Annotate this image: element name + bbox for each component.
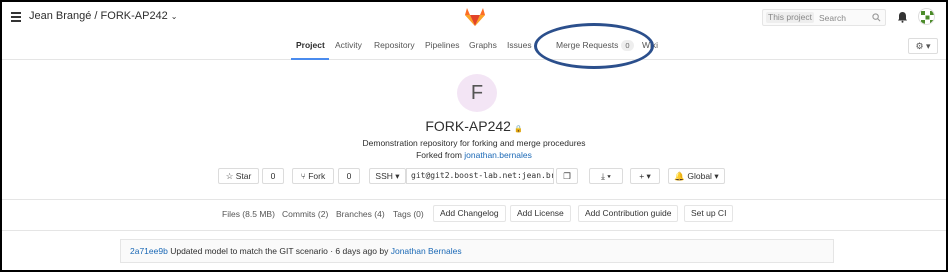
tab-repository[interactable]: Repository xyxy=(374,40,415,50)
forked-from-prefix: Forked from xyxy=(416,150,462,160)
add-new-dropdown[interactable]: + ▾ xyxy=(630,168,660,184)
setup-ci-button[interactable]: Set up CI xyxy=(684,205,734,222)
project-title-dropdown[interactable]: Jean Brangé / FORK-AP242 ⌄ xyxy=(29,10,178,22)
fork-count[interactable]: 0 xyxy=(338,168,360,184)
chevron-down-icon: ⌄ xyxy=(170,12,178,21)
forked-from-link[interactable]: jonathan.bernales xyxy=(464,150,532,160)
bell-icon[interactable] xyxy=(897,11,908,23)
project-title: Jean Brangé / FORK-AP242 xyxy=(29,10,168,22)
project-description: Demonstration repository for forking and… xyxy=(362,138,586,148)
download-icon: ⤓ xyxy=(601,171,605,181)
clone-url-input[interactable]: git@git2.boost-lab.net:jean.br xyxy=(406,168,554,184)
protocol-dropdown[interactable]: SSH ▾ xyxy=(369,168,406,184)
commit-author-link[interactable]: Jonathan Bernales xyxy=(391,246,462,256)
settings-dropdown-button[interactable]: ⚙ ▾ xyxy=(908,38,938,54)
commits-stat-link[interactable]: Commits (2) xyxy=(282,209,328,219)
tab-issues[interactable]: Issues xyxy=(507,40,532,50)
clipboard-icon: ❐ xyxy=(563,171,571,181)
page: Jean Brangé / FORK-AP242 ⌄ This project S… xyxy=(0,0,948,272)
notification-level-label: Global xyxy=(687,171,712,181)
fork-icon: ⑂ xyxy=(300,171,306,181)
add-license-button[interactable]: Add License xyxy=(510,205,571,222)
add-changelog-button[interactable]: Add Changelog xyxy=(433,205,506,222)
copy-url-button[interactable]: ❐ xyxy=(556,168,578,184)
hamburger-menu-icon[interactable] xyxy=(11,12,21,22)
branches-stat-link[interactable]: Branches (4) xyxy=(336,209,385,219)
tags-stat-link[interactable]: Tags (0) xyxy=(393,209,424,219)
forked-from-line: Forked from jonathan.bernales xyxy=(2,150,946,160)
search-scope-badge: This project xyxy=(766,12,814,23)
caret-down-icon: ▾ xyxy=(646,171,651,181)
star-label: Star xyxy=(235,171,252,181)
search-icon xyxy=(872,13,881,22)
caret-down-icon: ▾ xyxy=(714,171,719,181)
tab-activity[interactable]: Activity xyxy=(335,40,362,50)
annotation-ellipse xyxy=(534,23,654,69)
plus-icon: + xyxy=(639,171,645,181)
user-avatar[interactable] xyxy=(918,8,935,25)
star-count[interactable]: 0 xyxy=(262,168,284,184)
project-avatar: F xyxy=(457,74,497,112)
bell-icon: 🔔 xyxy=(674,171,685,181)
divider xyxy=(2,230,946,231)
gear-icon: ⚙ xyxy=(915,41,924,51)
add-contribution-guide-button[interactable]: Add Contribution guide xyxy=(578,205,679,222)
fork-button[interactable]: ⑂ Fork xyxy=(292,168,334,184)
star-icon: ☆ xyxy=(225,171,234,181)
fork-label: Fork xyxy=(308,171,326,181)
download-dropdown[interactable]: ⤓ ▾ xyxy=(589,168,623,184)
notification-level-dropdown[interactable]: 🔔 Global ▾ xyxy=(668,168,725,184)
last-commit-bar: 2a71ee9b Updated model to match the GIT … xyxy=(120,239,834,263)
commit-sha-link[interactable]: 2a71ee9b xyxy=(130,246,168,256)
lock-icon: 🔒 xyxy=(513,126,523,133)
tab-project[interactable]: Project xyxy=(296,40,325,50)
top-bar: Jean Brangé / FORK-AP242 ⌄ This project S… xyxy=(2,2,946,34)
star-button[interactable]: ☆ Star xyxy=(218,168,259,184)
caret-down-icon: ▾ xyxy=(395,171,400,181)
tab-pipelines[interactable]: Pipelines xyxy=(425,40,460,50)
active-tab-indicator xyxy=(291,58,329,60)
files-stat-link[interactable]: Files (8.5 MB) xyxy=(222,209,275,219)
gitlab-logo-icon[interactable] xyxy=(464,7,486,27)
project-name: FORK-AP242 🔒 xyxy=(2,118,946,134)
divider xyxy=(2,199,946,200)
protocol-label: SSH xyxy=(375,171,393,181)
project-name-text: FORK-AP242 xyxy=(425,118,511,134)
caret-down-icon: ▾ xyxy=(926,41,931,51)
search-box[interactable]: This project Search xyxy=(762,9,886,26)
commit-message: Updated model to match the GIT scenario … xyxy=(170,246,389,256)
search-input[interactable]: Search xyxy=(819,13,846,23)
tab-graphs[interactable]: Graphs xyxy=(469,40,497,50)
caret-down-icon: ▾ xyxy=(607,171,611,181)
project-nav: Project Activity Repository Pipelines Gr… xyxy=(2,34,946,60)
